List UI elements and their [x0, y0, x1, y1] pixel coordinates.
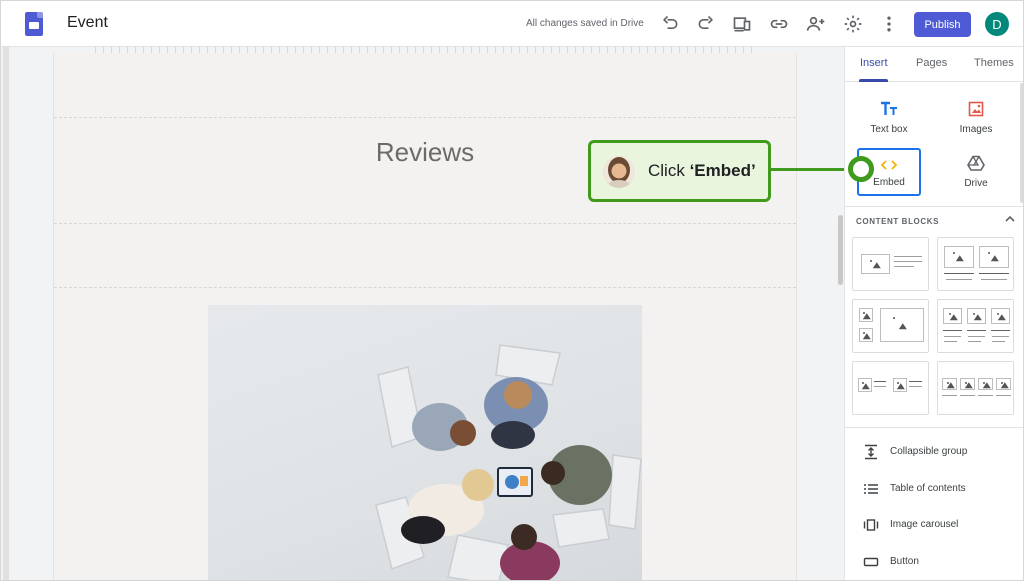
button-icon: [863, 554, 879, 570]
drive-button[interactable]: Drive: [944, 149, 1008, 197]
callout-target: ‘Embed’: [689, 161, 756, 180]
insert-panel: Insert Pages Themes Text box Images Embe…: [844, 47, 1023, 580]
publish-button[interactable]: Publish: [914, 12, 971, 37]
link-icon[interactable]: [769, 14, 789, 34]
content-block-image-text[interactable]: [852, 237, 929, 291]
drive-label: Drive: [964, 178, 988, 189]
save-status: All changes saved in Drive: [526, 18, 644, 29]
table-of-contents-label: Table of contents: [890, 483, 966, 494]
button-insert-button[interactable]: Button: [845, 548, 1023, 576]
settings-gear-icon[interactable]: [843, 14, 863, 34]
callout-pointer-dot: [848, 156, 874, 182]
top-bar: Event All changes saved in Drive Publish…: [1, 1, 1023, 47]
section-divider: [54, 223, 796, 224]
section-divider: [54, 117, 796, 118]
image-carousel-icon: [863, 517, 879, 533]
collapsible-group-label: Collapsible group: [890, 446, 968, 457]
text-box-label: Text box: [870, 124, 908, 135]
meeting-photo[interactable]: [208, 305, 642, 580]
tab-themes[interactable]: Themes: [974, 57, 1014, 69]
content-block-image-grid[interactable]: [852, 299, 929, 353]
button-label: Button: [890, 556, 919, 567]
instruction-callout: Click ‘Embed’: [588, 140, 771, 202]
image-carousel-button[interactable]: Image carousel: [845, 511, 1023, 539]
panel-tabs: Insert Pages Themes: [845, 47, 1023, 82]
collapsible-group-icon: [863, 444, 879, 460]
editor-scrollbar-thumb[interactable]: [838, 215, 843, 285]
page-canvas[interactable]: Reviews: [53, 53, 797, 580]
image-carousel-label: Image carousel: [890, 519, 959, 530]
account-avatar[interactable]: D: [985, 12, 1009, 36]
share-add-person-icon[interactable]: [806, 14, 826, 34]
table-of-contents-button[interactable]: Table of contents: [845, 475, 1023, 503]
chevron-up-icon[interactable]: [1003, 212, 1017, 226]
panel-divider: [845, 206, 1023, 207]
preview-devices-icon[interactable]: [732, 14, 752, 34]
text-box-icon: [857, 95, 921, 117]
active-tab-indicator: [859, 79, 888, 82]
images-icon: [944, 95, 1008, 117]
tab-insert[interactable]: Insert: [860, 57, 888, 69]
document-title[interactable]: Event: [67, 14, 108, 32]
left-scrollbar[interactable]: [3, 47, 9, 580]
panel-divider: [845, 427, 1023, 428]
content-block-three-cards[interactable]: [937, 299, 1014, 353]
editor-scrollbar[interactable]: [837, 47, 844, 580]
images-label: Images: [959, 124, 993, 135]
guide-avatar: [603, 156, 635, 188]
app-window: Event All changes saved in Drive Publish…: [0, 0, 1024, 581]
section-divider: [54, 287, 796, 288]
table-of-contents-icon: [863, 481, 879, 497]
content-blocks-title: CONTENT BLOCKS: [856, 217, 940, 226]
content-block-four-cards[interactable]: [937, 361, 1014, 415]
collapsible-group-button[interactable]: Collapsible group: [845, 438, 1023, 466]
panel-scrollbar[interactable]: [1020, 83, 1023, 203]
undo-icon[interactable]: [660, 14, 680, 34]
text-box-button[interactable]: Text box: [857, 95, 921, 143]
sites-logo-icon[interactable]: [25, 12, 43, 36]
content-block-two-images[interactable]: [937, 237, 1014, 291]
editor-area: Reviews: [1, 47, 844, 580]
more-vert-icon[interactable]: [879, 14, 899, 34]
callout-text: Click ‘Embed’: [648, 161, 756, 181]
content-block-image-text-pairs[interactable]: [852, 361, 929, 415]
redo-icon[interactable]: [696, 14, 716, 34]
tab-pages[interactable]: Pages: [916, 57, 947, 69]
images-button[interactable]: Images: [944, 95, 1008, 143]
drive-icon: [944, 149, 1008, 171]
callout-prefix: Click: [648, 161, 690, 180]
